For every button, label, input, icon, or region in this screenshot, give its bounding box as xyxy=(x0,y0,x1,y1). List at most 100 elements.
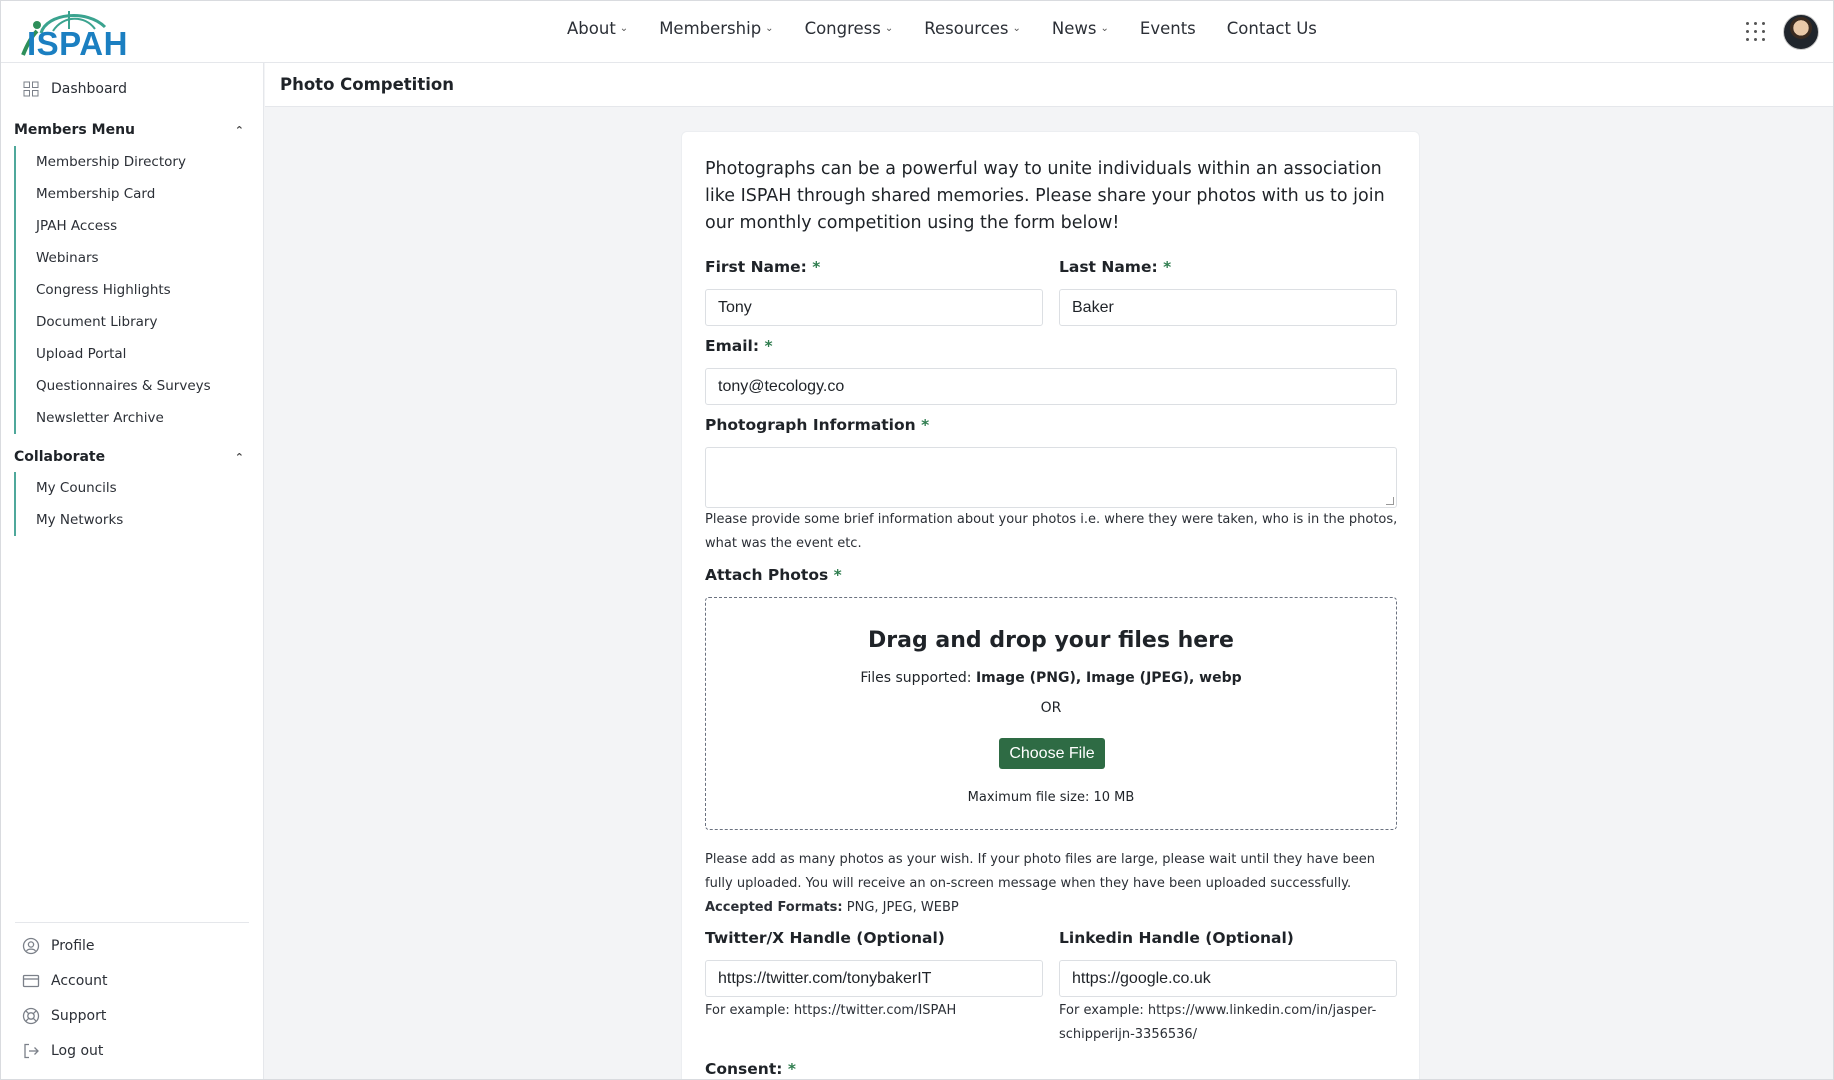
chevron-down-icon: ⌄ xyxy=(765,23,774,34)
accepted-label: Accepted Formats: xyxy=(705,900,843,915)
members-menu-list: Membership Directory Membership Card JPA… xyxy=(14,146,211,434)
required-mark: * xyxy=(1163,258,1172,276)
sidebar-item-label: Support xyxy=(51,1008,107,1024)
sidebar-item-logout[interactable]: Log out xyxy=(21,1041,103,1061)
sidebar-item-my-councils[interactable]: My Councils xyxy=(16,472,123,504)
sidebar-item-jpah-access[interactable]: JPAH Access xyxy=(16,210,211,242)
top-navbar: ISPAH About ⌄ Membership ⌄ Congress ⌄ Resou… xyxy=(1,1,1833,63)
required-mark: * xyxy=(921,416,930,434)
photo-info-label: Photograph Information * xyxy=(705,416,929,434)
nav-label: Resources xyxy=(924,19,1009,38)
accepted-formats: Accepted Formats: PNG, JPEG, WEBP xyxy=(705,896,1405,920)
sidebar-item-document-library[interactable]: Document Library xyxy=(16,306,211,338)
linkedin-input[interactable]: https://google.co.uk xyxy=(1059,960,1397,997)
nav-label: Contact Us xyxy=(1226,19,1317,38)
sidebar-item-membership-directory[interactable]: Membership Directory xyxy=(16,146,211,178)
lifebuoy-icon xyxy=(21,1006,41,1026)
supported-types: Image (PNG), Image (JPEG), webp xyxy=(975,670,1242,686)
chevron-down-icon: ⌄ xyxy=(619,23,629,34)
accepted-value: PNG, JPEG, WEBP xyxy=(842,900,959,915)
sidebar-item-label: Profile xyxy=(51,938,95,954)
sidebar-item-my-networks[interactable]: My Networks xyxy=(16,504,123,536)
sidebar-item-dashboard[interactable]: Dashboard xyxy=(21,79,127,99)
files-supported: Files supported: Image (PNG), Image (JPE… xyxy=(706,670,1396,686)
page-title: Photo Competition xyxy=(280,75,454,94)
user-circle-icon xyxy=(21,936,41,956)
sidebar: Dashboard Members Menu ⌃ Membership Dire… xyxy=(1,63,264,1079)
attach-help: Please add as many photos as your wish. … xyxy=(705,852,1376,891)
nav-resources[interactable]: Resources ⌄ xyxy=(924,19,1021,38)
dropzone-title: Drag and drop your files here xyxy=(868,628,1234,653)
page-header: Photo Competition xyxy=(265,63,1833,107)
nav-label: Membership xyxy=(659,19,762,38)
email-input[interactable]: tony@tecology.co xyxy=(705,368,1397,405)
logout-icon xyxy=(21,1041,41,1061)
required-mark: * xyxy=(812,258,821,276)
sidebar-item-newsletter-archive[interactable]: Newsletter Archive xyxy=(16,402,211,434)
chevron-down-icon: ⌄ xyxy=(884,23,894,34)
chevron-up-icon: ⌃ xyxy=(234,123,244,137)
sidebar-item-upload-portal[interactable]: Upload Portal xyxy=(16,338,211,370)
email-label: Email: * xyxy=(705,337,773,355)
nav-contact-us[interactable]: Contact Us xyxy=(1227,19,1317,38)
label-text: First Name: xyxy=(705,258,807,276)
app-window: ISPAH About ⌄ Membership ⌄ Congress ⌄ Resou… xyxy=(0,0,1834,1080)
photo-info-help: Please provide some brief information ab… xyxy=(705,512,1398,551)
twitter-input[interactable]: https://twitter.com/tonybakerIT xyxy=(705,960,1043,997)
sidebar-item-membership-card[interactable]: Membership Card xyxy=(16,178,211,210)
choose-file-button[interactable]: Choose File xyxy=(999,738,1105,769)
photo-info-textarea[interactable] xyxy=(705,447,1397,508)
linkedin-help: For example: https://www.linkedin.com/in… xyxy=(1059,1003,1377,1042)
section-title: Collaborate xyxy=(14,449,106,465)
apps-grid-icon[interactable] xyxy=(1746,22,1766,42)
chevron-up-icon: ⌃ xyxy=(234,450,244,464)
nav-label: About xyxy=(567,19,616,38)
first-name-label: First Name: * xyxy=(705,258,820,276)
resize-handle[interactable] xyxy=(1386,497,1394,505)
sidebar-item-label: Dashboard xyxy=(51,81,127,97)
sidebar-divider xyxy=(15,922,249,923)
intro-text: Photographs can be a powerful way to uni… xyxy=(705,159,1385,233)
collaborate-toggle[interactable]: Collaborate ⌃ xyxy=(14,449,246,465)
first-name-input[interactable]: Tony xyxy=(705,289,1043,326)
user-avatar[interactable] xyxy=(1783,14,1819,50)
collaborate-list: My Councils My Networks xyxy=(14,472,123,536)
sidebar-item-congress-highlights[interactable]: Congress Highlights xyxy=(16,274,211,306)
members-menu-toggle[interactable]: Members Menu ⌃ xyxy=(14,122,246,138)
photo-competition-form: Photographs can be a powerful way to uni… xyxy=(681,131,1420,1079)
nav-events[interactable]: Events xyxy=(1140,19,1196,38)
required-mark: * xyxy=(787,1060,796,1078)
file-dropzone[interactable]: Drag and drop your files here Files supp… xyxy=(705,597,1397,830)
ispah-logo[interactable]: ISPAH xyxy=(13,7,127,62)
attach-photos-label: Attach Photos * xyxy=(705,566,842,584)
nav-membership[interactable]: Membership ⌄ xyxy=(659,19,773,38)
nav-label: Events xyxy=(1139,19,1196,38)
sidebar-item-support[interactable]: Support xyxy=(21,1006,106,1026)
label-text: Photograph Information xyxy=(705,416,916,434)
sidebar-item-questionnaires-surveys[interactable]: Questionnaires & Surveys xyxy=(16,370,211,402)
last-name-label: Last Name: * xyxy=(1059,258,1171,276)
grid-icon xyxy=(21,79,41,99)
sidebar-item-profile[interactable]: Profile xyxy=(21,936,95,956)
chevron-down-icon: ⌄ xyxy=(1012,23,1021,34)
main-nav: About ⌄ Membership ⌄ Congress ⌄ Resources ⌄ … xyxy=(567,19,1348,38)
nav-label: Congress xyxy=(804,19,881,38)
sidebar-item-account[interactable]: Account xyxy=(21,971,108,991)
nav-about[interactable]: About ⌄ xyxy=(567,19,628,38)
linkedin-label: Linkedin Handle (Optional) xyxy=(1059,929,1294,947)
sidebar-item-label: Account xyxy=(51,973,108,989)
nav-congress[interactable]: Congress ⌄ xyxy=(805,19,894,38)
sidebar-item-label: Log out xyxy=(51,1043,104,1059)
nav-news[interactable]: News ⌄ xyxy=(1052,19,1109,38)
section-title: Members Menu xyxy=(14,122,136,138)
required-mark: * xyxy=(833,566,842,584)
credit-card-icon xyxy=(21,971,41,991)
twitter-help: For example: https://twitter.com/ISPAH xyxy=(705,1003,957,1018)
last-name-input[interactable]: Baker xyxy=(1059,289,1397,326)
sidebar-item-webinars[interactable]: Webinars xyxy=(16,242,211,274)
required-mark: * xyxy=(764,337,773,355)
twitter-label: Twitter/X Handle (Optional) xyxy=(705,929,945,947)
chevron-down-icon: ⌄ xyxy=(1100,23,1109,34)
label-text: Last Name: xyxy=(1059,258,1158,276)
label-text: Attach Photos xyxy=(705,566,829,584)
